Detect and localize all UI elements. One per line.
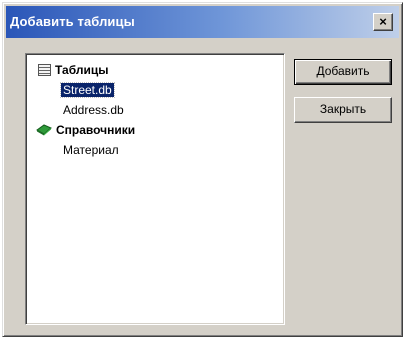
tree-item-material[interactable]: Материал <box>63 142 119 158</box>
title-bar[interactable]: Добавить таблицы × <box>6 6 399 38</box>
book-icon <box>36 123 52 136</box>
tree-item-street-db[interactable]: Street.db <box>60 82 115 98</box>
tables-tree-view[interactable]: Таблицы Street.db Address.db Справочники… <box>25 53 285 325</box>
tree-item-label: Street.db <box>60 82 115 98</box>
tree-item-address-db[interactable]: Address.db <box>63 102 124 118</box>
add-tables-dialog: Добавить таблицы × Таблицы Street.db Add… <box>2 2 403 337</box>
tree-group-label: Справочники <box>56 123 136 137</box>
tree-group-reference-books[interactable]: Справочники <box>36 122 135 138</box>
tree-group-tables[interactable]: Таблицы <box>38 62 108 78</box>
tree-group-label: Таблицы <box>55 63 109 77</box>
dialog-title: Добавить таблицы <box>10 14 135 29</box>
close-window-button[interactable]: × <box>373 13 393 31</box>
tree-item-label: Материал <box>63 143 119 157</box>
close-button[interactable]: Закрыть <box>294 97 392 123</box>
table-icon <box>38 63 51 76</box>
add-button[interactable]: Добавить <box>294 59 392 85</box>
tree-item-label: Address.db <box>63 103 124 117</box>
